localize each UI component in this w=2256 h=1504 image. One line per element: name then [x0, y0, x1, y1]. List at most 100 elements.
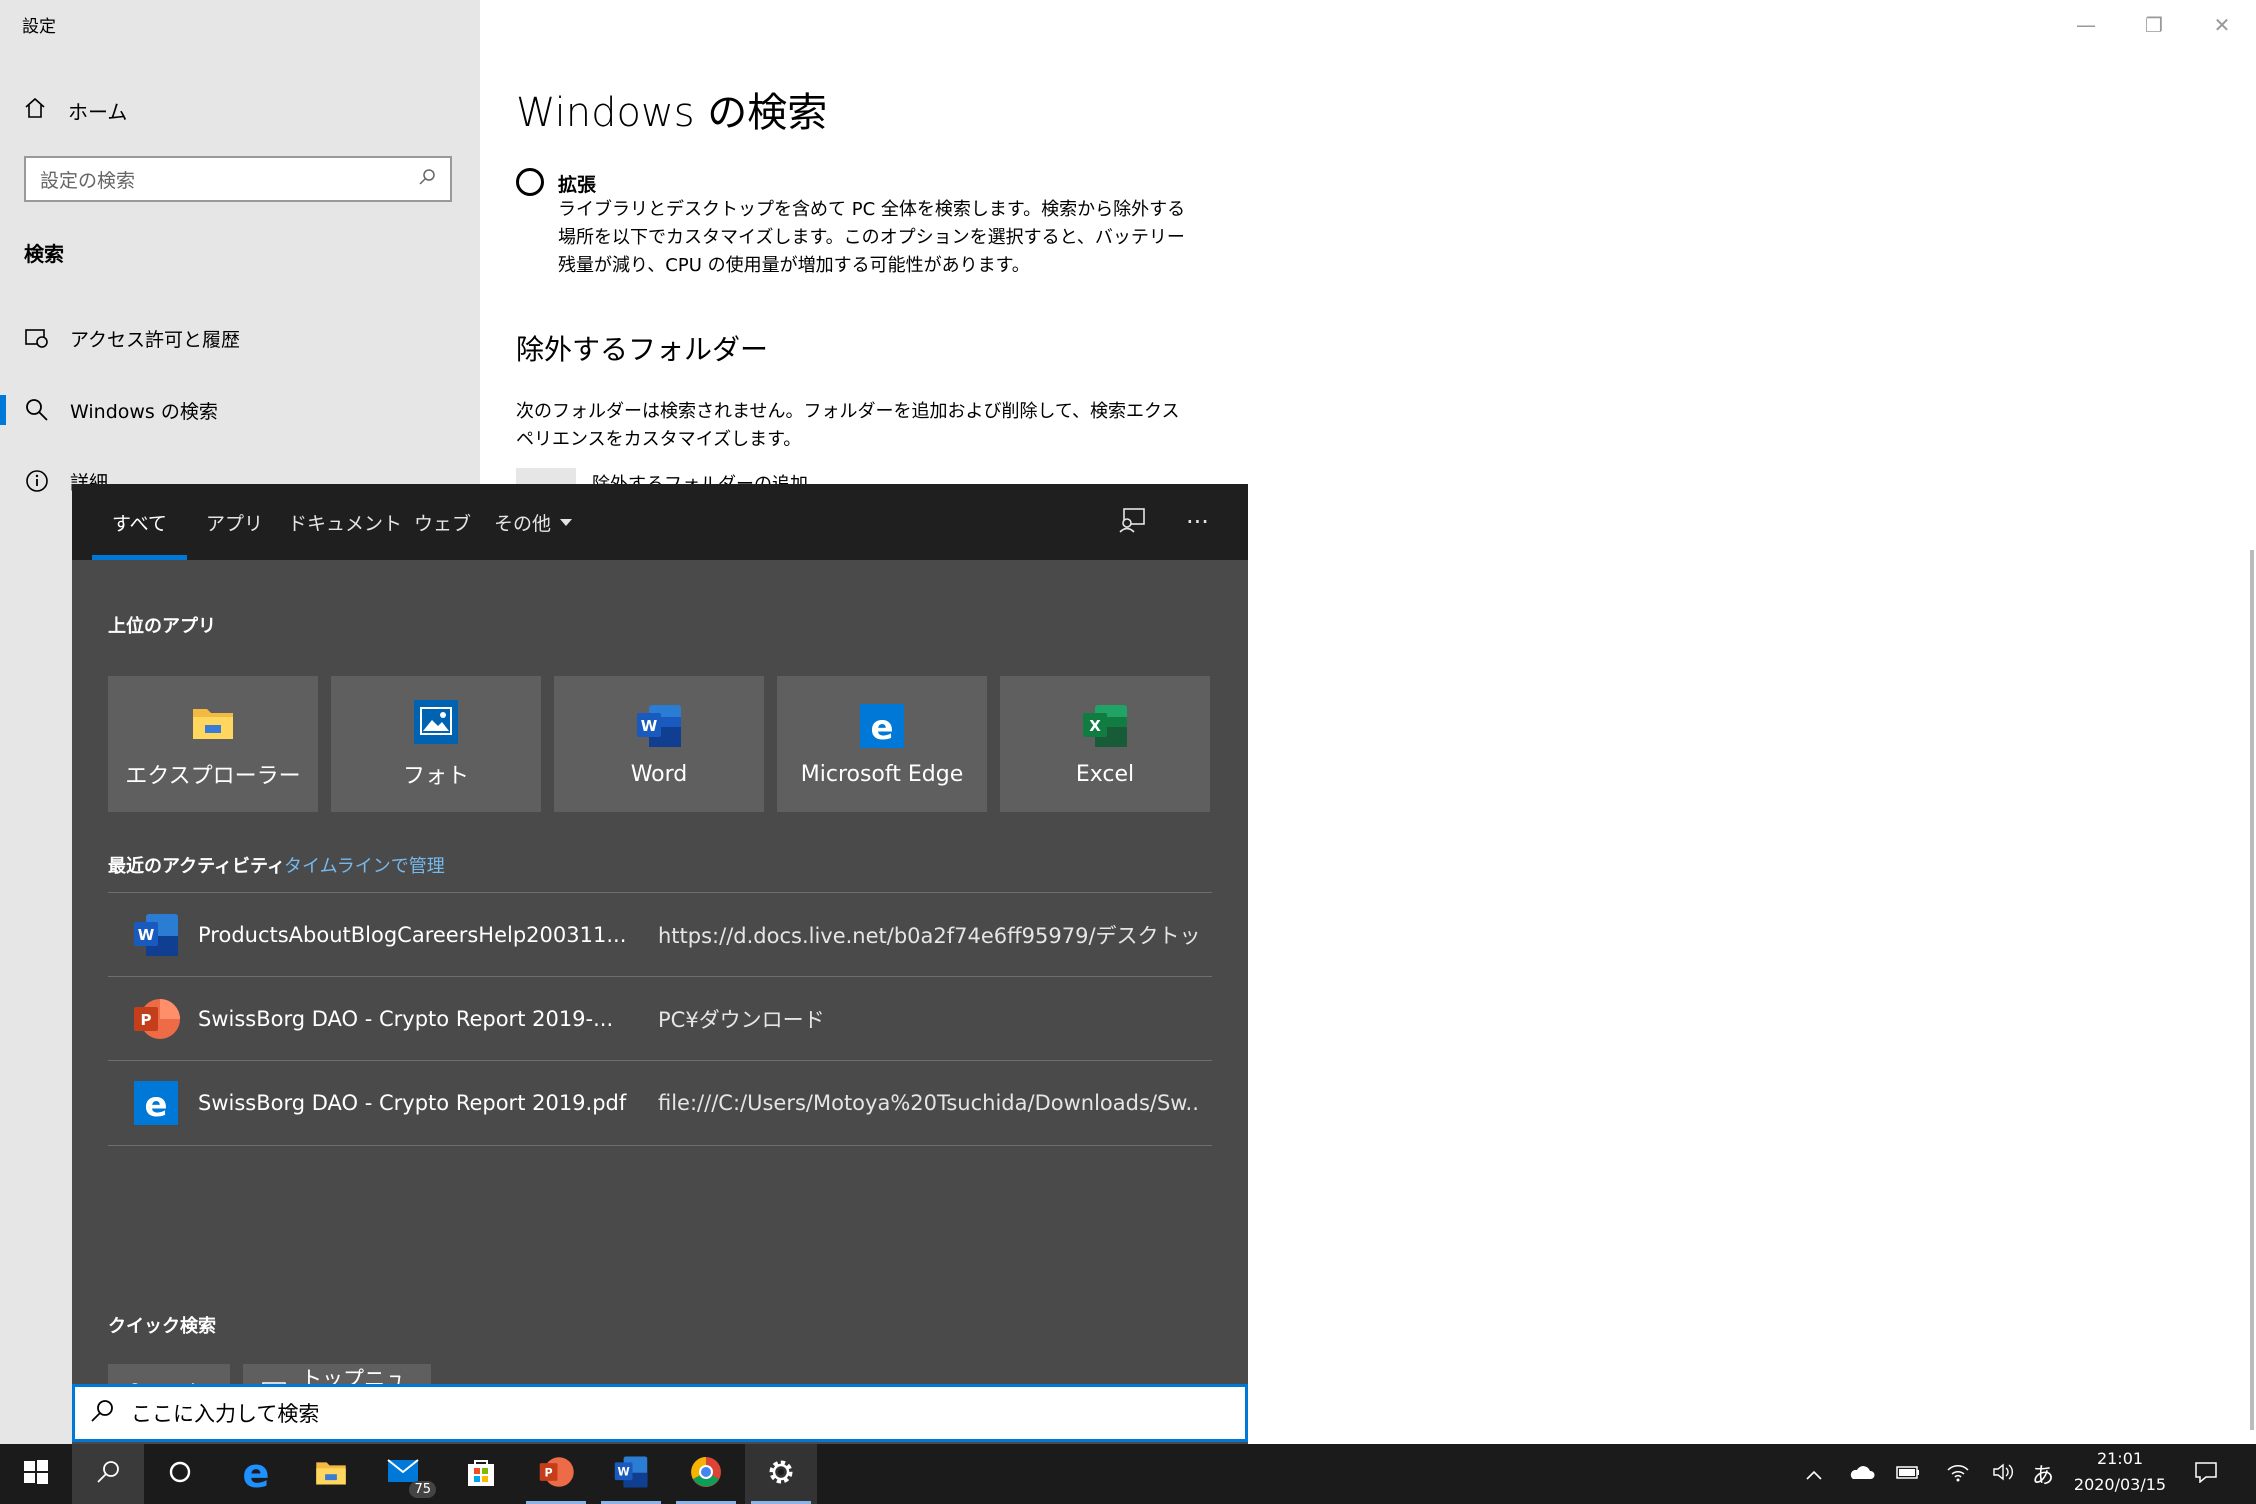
scrollbar[interactable] — [2250, 550, 2254, 1430]
taskbar-search-input[interactable]: ここに入力して検索 — [72, 1384, 1248, 1442]
tab-more[interactable]: その他 — [494, 484, 573, 560]
excluded-folders-description: 次のフォルダーは検索されません。フォルダーを追加および削除して、検索エクスペリエ… — [516, 401, 1180, 450]
tab-documents[interactable]: ドキュメント — [288, 484, 402, 560]
page-title: Windows の検索 — [516, 90, 828, 136]
tab-all[interactable]: すべて — [92, 484, 187, 560]
search-icon — [89, 1398, 115, 1429]
app-tile-excel[interactable]: X Excel — [1000, 676, 1210, 812]
notification-icon — [2194, 1461, 2218, 1488]
taskbar-explorer[interactable] — [295, 1444, 367, 1504]
enhanced-radio[interactable] — [516, 168, 544, 196]
tray-overflow-button[interactable] — [1796, 1444, 1832, 1504]
windows-logo-icon — [23, 1459, 49, 1489]
sidebar-item-windows-search[interactable]: Windows の検索 — [0, 383, 480, 437]
mail-icon: 75 — [386, 1456, 436, 1498]
svg-text:e: e — [870, 708, 893, 748]
app-tile-edge[interactable]: e Microsoft Edge — [777, 676, 987, 812]
chrome-icon — [689, 1455, 723, 1493]
ime-indicator[interactable]: あ — [2026, 1444, 2060, 1504]
recent-item-name: SwissBorg DAO - Crypto Report 2019-... — [198, 1007, 614, 1031]
flyout-body: 上位のアプリ エクスプローラー フォト W Word e Microsoft E… — [72, 560, 1248, 1446]
app-tile-photos[interactable]: フォト — [331, 676, 541, 812]
action-center-button[interactable] — [2184, 1444, 2228, 1504]
search-placeholder: ここに入力して検索 — [131, 1402, 320, 1426]
more-options-button[interactable]: ··· — [1186, 484, 1209, 560]
home-nav-item[interactable]: ホーム — [24, 92, 127, 128]
recent-item-path: file:///C:/Users/Motoya%20Tsuchida/Downl… — [658, 1091, 1198, 1115]
svg-text:P: P — [141, 1011, 152, 1029]
battery-tray[interactable] — [1888, 1444, 1928, 1504]
feedback-button[interactable] — [1118, 484, 1146, 560]
store-icon — [465, 1456, 497, 1492]
recent-item-path: PC¥ダウンロード — [658, 1008, 825, 1032]
gear-icon — [765, 1456, 797, 1492]
volume-icon — [1992, 1462, 2016, 1487]
taskbar-powerpoint[interactable]: P — [520, 1444, 592, 1504]
taskbar-search-button[interactable] — [72, 1444, 144, 1504]
app-tile-label: Word — [630, 761, 688, 787]
svg-text:P: P — [545, 1466, 553, 1479]
wifi-icon — [1946, 1462, 1970, 1487]
quick-search-title: クイック検索 — [108, 1316, 216, 1337]
settings-search-input[interactable]: 設定の検索 — [24, 156, 452, 202]
enhanced-description: ライブラリとデスクトップを含めて PC 全体を検索します。検索から除外する場所を… — [558, 199, 1186, 276]
minimize-button[interactable]: — — [2052, 0, 2120, 50]
timeline-link[interactable]: タイムラインで管理 — [284, 852, 445, 878]
edge-icon: e — [242, 1451, 270, 1497]
svg-text:W: W — [138, 926, 155, 944]
mail-badge: 75 — [409, 1481, 436, 1498]
settings-search-placeholder: 設定の検索 — [40, 169, 136, 192]
app-tile-label: Microsoft Edge — [800, 761, 964, 787]
volume-tray[interactable] — [1984, 1444, 2024, 1504]
chevron-down-icon — [559, 511, 573, 533]
onedrive-icon — [1848, 1462, 1876, 1486]
svg-text:W: W — [641, 717, 658, 735]
recent-item-path: https://d.docs.live.net/b0a2f74e6ff95979… — [658, 924, 1198, 948]
recent-item[interactable]: W ProductsAboutBlogCareersHelp200311... … — [108, 892, 1212, 977]
app-tile-explorer[interactable]: エクスプローラー — [108, 676, 318, 812]
taskbar-settings[interactable] — [745, 1444, 817, 1504]
home-icon — [24, 97, 46, 124]
taskbar-mail[interactable]: 75 — [370, 1444, 442, 1504]
info-icon — [22, 469, 52, 493]
tab-web[interactable]: ウェブ — [414, 484, 471, 560]
cortana-icon — [167, 1459, 193, 1489]
clock-time: 21:01 — [2096, 1449, 2144, 1468]
clock[interactable]: 21:01 2020/03/15 — [2060, 1446, 2180, 1502]
ellipsis-icon: ··· — [1186, 508, 1209, 536]
edge-icon: e — [130, 1079, 182, 1127]
onedrive-tray[interactable] — [1842, 1444, 1882, 1504]
taskbar-word[interactable]: W — [595, 1444, 667, 1504]
app-tile-word[interactable]: W Word — [554, 676, 764, 812]
recent-activity-title: 最近のアクティビティ — [108, 856, 285, 877]
powerpoint-icon: P — [130, 995, 182, 1043]
app-tile-label: エクスプローラー — [125, 764, 301, 789]
close-button[interactable]: ✕ — [2188, 0, 2256, 50]
sidebar-item-permissions[interactable]: アクセス許可と履歴 — [0, 311, 480, 365]
svg-text:e: e — [144, 1085, 167, 1125]
search-icon — [22, 398, 52, 422]
clock-date: 2020/03/15 — [2073, 1475, 2167, 1494]
search-icon — [95, 1459, 121, 1489]
taskbar-store[interactable] — [445, 1444, 517, 1504]
enhanced-radio-label: 拡張 — [558, 174, 597, 196]
recent-item[interactable]: P SwissBorg DAO - Crypto Report 2019-...… — [108, 976, 1212, 1061]
window-title: 設定 — [22, 17, 56, 37]
wifi-tray[interactable] — [1938, 1444, 1978, 1504]
restore-button[interactable]: ❐ — [2120, 0, 2188, 50]
taskbar-chrome[interactable] — [670, 1444, 742, 1504]
excel-icon: X — [1081, 702, 1129, 750]
start-button[interactable] — [0, 1444, 72, 1504]
sidebar-item-label: アクセス許可と履歴 — [70, 328, 241, 351]
tab-more-label: その他 — [494, 512, 552, 535]
recent-item[interactable]: e SwissBorg DAO - Crypto Report 2019.pdf… — [108, 1060, 1212, 1146]
search-icon — [418, 168, 436, 191]
window-controls: — ❐ ✕ — [2052, 0, 2256, 50]
word-icon: W — [635, 702, 683, 750]
powerpoint-icon: P — [537, 1455, 575, 1493]
cortana-button[interactable] — [144, 1444, 216, 1504]
taskbar-edge[interactable]: e — [220, 1444, 292, 1504]
taskbar: e 75 P W あ 21:01 2020/03/15 — [0, 1444, 2256, 1504]
tab-apps[interactable]: アプリ — [206, 484, 263, 560]
flyout-tab-bar: すべて アプリ ドキュメント ウェブ その他 ··· — [72, 484, 1248, 560]
